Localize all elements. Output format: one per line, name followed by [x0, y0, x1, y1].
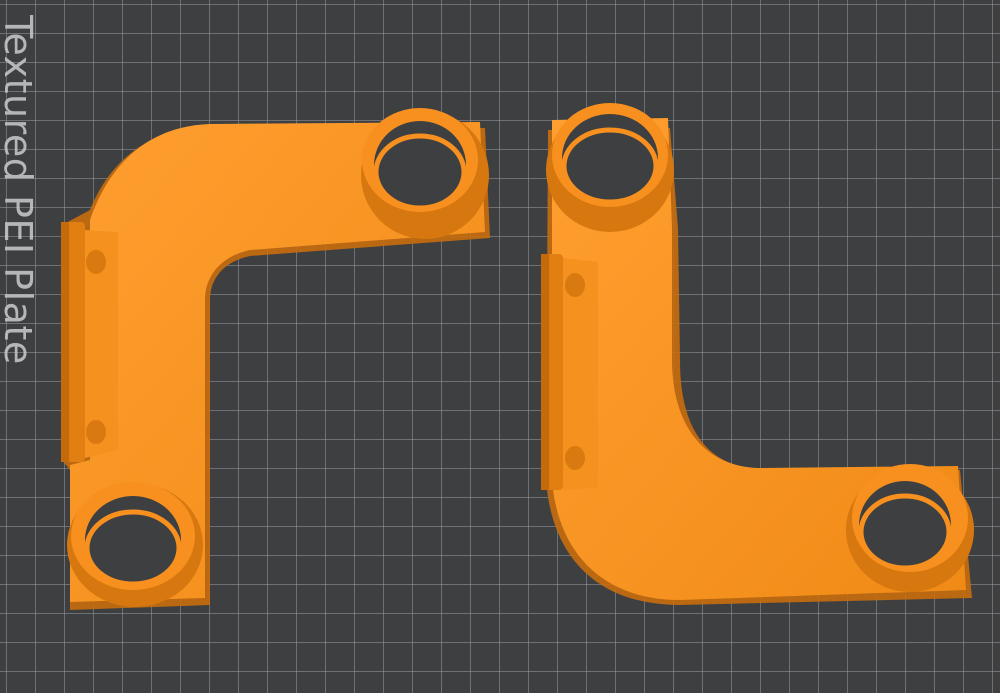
- bracket-right-peg-1: [565, 273, 585, 297]
- 3d-build-plate-viewport[interactable]: u Textured PEI Plate: [0, 0, 1000, 693]
- bracket-right-peg-2: [565, 446, 585, 470]
- bracket-right-model[interactable]: [0, 0, 1000, 693]
